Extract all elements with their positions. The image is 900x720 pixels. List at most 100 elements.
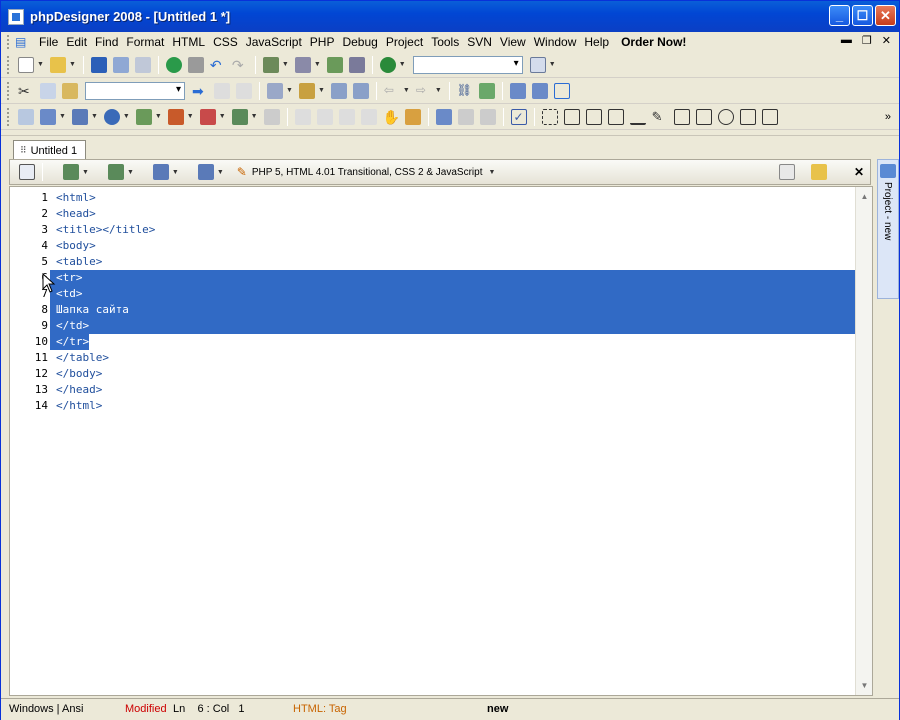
php-tools-icon[interactable] — [262, 56, 279, 73]
back-dropdown-icon[interactable]: ▼ — [403, 87, 410, 94]
code-editor[interactable]: 1 <html> 2 <head> 3 <title></title> 4 <body> 5 <t… — [9, 186, 873, 696]
mdi-close-button[interactable]: ✕ — [882, 34, 891, 47]
layout-dropdown-icon[interactable]: ▼ — [549, 61, 556, 68]
list-icon[interactable] — [531, 82, 548, 99]
debug-dropdown-icon[interactable]: ▼ — [172, 169, 179, 176]
tab-untitled-1[interactable]: ⠿ Untitled 1 — [13, 140, 87, 160]
code-line[interactable]: 14 </html> — [10, 398, 856, 414]
paste-icon[interactable] — [62, 82, 78, 99]
menubar-grip[interactable] — [7, 35, 11, 49]
menu-project[interactable]: Project — [382, 32, 427, 52]
label-icon[interactable] — [563, 108, 580, 125]
code-nav-dropdown-icon[interactable]: ▼ — [251, 113, 258, 120]
input-dropdown-icon[interactable]: ▼ — [91, 113, 98, 120]
menu-help[interactable]: Help — [580, 32, 613, 52]
menu-view[interactable]: View — [496, 32, 530, 52]
uncomment-icon[interactable] — [338, 108, 355, 125]
menu-svn[interactable]: SVN — [463, 32, 496, 52]
code-text[interactable]: <body> — [50, 238, 96, 254]
replace-icon[interactable] — [298, 82, 315, 99]
back-icon[interactable]: ⇦ — [384, 83, 400, 99]
import-icon[interactable] — [479, 108, 496, 125]
deploy-icon[interactable] — [197, 164, 214, 180]
font-select[interactable] — [85, 81, 185, 100]
project-side-panel[interactable]: Project - new — [877, 159, 899, 299]
vertical-scrollbar[interactable]: ▲ ▼ — [855, 187, 872, 695]
code-line[interactable]: 10 </tr> — [10, 334, 856, 350]
window-layout-icon[interactable] — [529, 56, 546, 73]
menu-php[interactable]: PHP — [306, 32, 339, 52]
view-mode-icon[interactable] — [19, 164, 35, 180]
menu-html[interactable]: HTML — [168, 32, 209, 52]
minimize-button[interactable]: _ — [829, 5, 850, 26]
code-lines[interactable]: 1 <html> 2 <head> 3 <title></title> 4 <body> 5 <t… — [10, 190, 856, 414]
debug-icon[interactable] — [152, 164, 169, 180]
scroll-down-icon[interactable]: ▼ — [857, 678, 872, 693]
document-icon[interactable] — [778, 164, 795, 180]
bookmark-icon[interactable] — [330, 82, 347, 99]
code-text[interactable]: Шапка сайта — [50, 302, 856, 318]
frame-icon[interactable] — [553, 82, 570, 99]
code-line[interactable]: 5 <table> — [10, 254, 856, 270]
insert-icon[interactable] — [294, 108, 311, 125]
php-tools-dropdown-icon[interactable]: ▼ — [282, 61, 289, 68]
globe-preview-icon[interactable] — [165, 56, 182, 73]
code-line[interactable]: 12 </body> — [10, 366, 856, 382]
menu-tools[interactable]: Tools — [427, 32, 463, 52]
cut-icon[interactable]: ✂ — [18, 83, 34, 99]
color-picker-icon[interactable] — [199, 108, 216, 125]
run-icon[interactable] — [63, 164, 79, 180]
arrow-right-icon[interactable]: ➡ — [192, 83, 208, 99]
code-text[interactable]: </body> — [50, 366, 102, 382]
pen-icon[interactable]: ✎ — [652, 109, 668, 125]
wrap-icon[interactable] — [360, 108, 377, 125]
preview-dropdown-icon[interactable]: ▼ — [127, 169, 134, 176]
menu-window[interactable]: Window — [530, 32, 581, 52]
close-tab-icon[interactable]: ✕ — [854, 165, 864, 179]
checkbox-check-icon[interactable]: ✓ — [510, 108, 527, 125]
close-button[interactable]: ✕ — [875, 5, 896, 26]
code-text[interactable]: </head> — [50, 382, 102, 398]
checkbox-icon[interactable] — [739, 108, 756, 125]
form-dropdown-icon[interactable]: ▼ — [59, 113, 66, 120]
code-text[interactable]: <head> — [50, 206, 96, 222]
code-line[interactable]: 2 <head> — [10, 206, 856, 222]
mdi-minimize-button[interactable]: ▬ — [841, 34, 852, 47]
span-icon[interactable] — [607, 108, 624, 125]
code-line[interactable]: 9 </td> — [10, 318, 856, 334]
menu-order-now[interactable]: Order Now! — [617, 32, 690, 52]
code-line[interactable]: 6<tr> — [10, 270, 856, 286]
find-icon[interactable] — [267, 82, 283, 99]
code-line[interactable]: 7 <td> — [10, 286, 856, 302]
code-text[interactable]: <table> — [50, 254, 102, 270]
forward-icon[interactable]: ⇨ — [416, 83, 432, 99]
replace-dropdown-icon[interactable]: ▼ — [318, 87, 325, 94]
code-snippet-icon[interactable] — [263, 108, 280, 125]
find-dropdown-icon[interactable]: ▼ — [286, 87, 293, 94]
undo-icon[interactable]: ↶ — [210, 57, 226, 73]
deploy-dropdown-icon[interactable]: ▼ — [217, 169, 224, 176]
toolbar-grip[interactable] — [7, 55, 11, 74]
code-text[interactable]: <html> — [50, 190, 96, 206]
image-icon[interactable] — [478, 82, 495, 99]
copy-icon[interactable] — [40, 82, 56, 99]
code-line[interactable]: 1 <html> — [10, 190, 856, 206]
save-all-icon[interactable] — [134, 56, 151, 73]
input-icon[interactable] — [71, 108, 88, 125]
mdi-restore-button[interactable]: ❐ — [862, 34, 872, 47]
clock-dropdown-icon[interactable]: ▼ — [123, 113, 130, 120]
bookmark-next-icon[interactable] — [352, 82, 369, 99]
table-icon[interactable] — [509, 82, 526, 99]
code-text[interactable]: <tr> — [50, 270, 856, 286]
browser-select[interactable] — [412, 55, 523, 74]
brush-dropdown-icon[interactable]: ▼ — [187, 113, 194, 120]
outdent-icon[interactable] — [236, 82, 252, 99]
toolbar-grip[interactable] — [7, 107, 11, 126]
textarea-icon[interactable] — [673, 108, 690, 125]
forward-dropdown-icon[interactable]: ▼ — [435, 87, 442, 94]
indent-icon[interactable] — [214, 82, 230, 99]
save-as-icon[interactable] — [112, 56, 129, 73]
code-text[interactable]: </td> — [50, 318, 856, 334]
code-text[interactable]: </tr> — [50, 334, 90, 350]
code-nav-icon[interactable] — [231, 108, 248, 125]
